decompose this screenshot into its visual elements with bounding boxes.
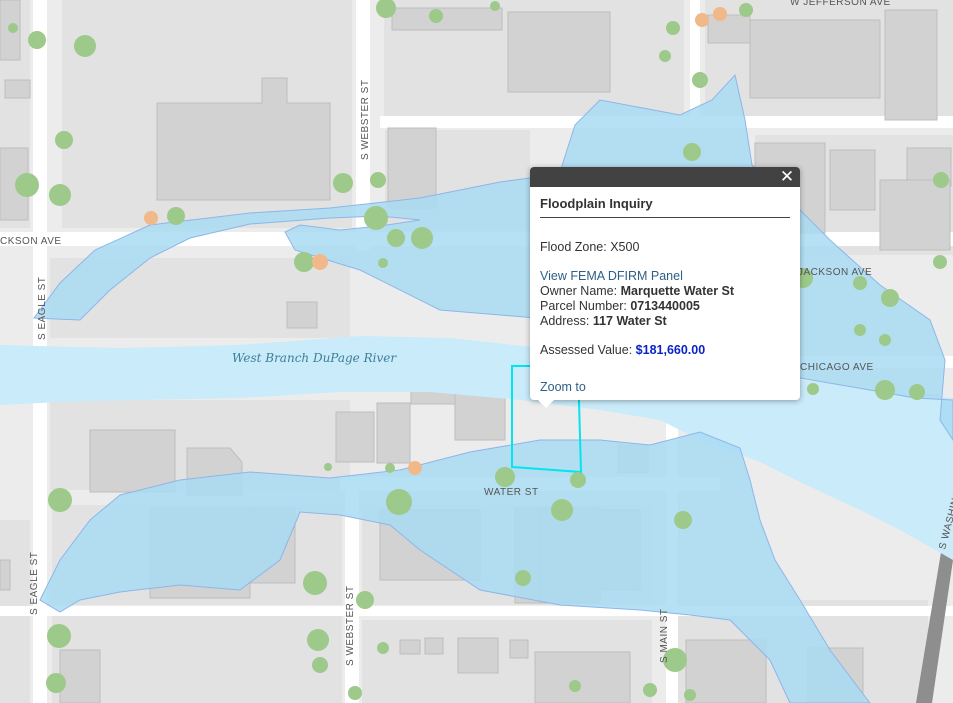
- fema-link-row: View FEMA DFIRM Panel: [540, 269, 790, 284]
- address-label: Address:: [540, 314, 590, 328]
- popup-body: Floodplain Inquiry Flood Zone: X500 View…: [530, 187, 800, 395]
- flood-zone-label: Flood Zone:: [540, 240, 607, 254]
- popup-header: ✕: [530, 167, 800, 187]
- close-icon[interactable]: ✕: [778, 168, 796, 186]
- parcel-value: 0713440005: [630, 299, 700, 313]
- street-label-chicago: CHICAGO AVE: [800, 362, 874, 373]
- street-label-eagle-top: S EAGLE ST: [37, 277, 48, 340]
- assessed-label: Assessed Value:: [540, 343, 633, 357]
- street-label-jackson-left: CKSON AVE: [0, 236, 62, 247]
- floodplain-popup: ✕ Floodplain Inquiry Flood Zone: X500 Vi…: [530, 167, 800, 408]
- street-label-water: WATER ST: [484, 487, 539, 498]
- owner-label: Owner Name:: [540, 284, 618, 298]
- popup-pointer: [538, 400, 554, 408]
- zoom-to-link[interactable]: Zoom to: [540, 380, 586, 394]
- address-value: 117 Water St: [592, 314, 667, 328]
- street-label-webster-top: S WEBSTER ST: [360, 80, 371, 160]
- parcel-row: Parcel Number: 0713440005: [540, 299, 790, 314]
- street-label-eagle-bottom: S EAGLE ST: [29, 552, 40, 615]
- street-label-webster-bottom: S WEBSTER ST: [345, 586, 356, 666]
- zoom-row: Zoom to: [540, 380, 790, 395]
- map-canvas[interactable]: W JEFFERSON AVE CKSON AVE JACKSON AVE CH…: [0, 0, 953, 703]
- fema-dfirm-link[interactable]: View FEMA DFIRM Panel: [540, 269, 683, 283]
- flood-zone-row: Flood Zone: X500: [540, 240, 790, 255]
- river-label: West Branch DuPage River: [232, 351, 397, 365]
- parcel-label: Parcel Number:: [540, 299, 627, 313]
- street-label-jefferson: W JEFFERSON AVE: [790, 0, 891, 8]
- street-label-jackson-right: JACKSON AVE: [798, 267, 872, 278]
- owner-row: Owner Name: Marquette Water St: [540, 284, 790, 299]
- flood-zone-value: X500: [610, 240, 640, 254]
- street-label-main: S MAIN ST: [659, 608, 670, 663]
- owner-value: Marquette Water St: [620, 284, 735, 298]
- assessed-value: $181,660.00: [635, 343, 706, 357]
- assessed-row: Assessed Value: $181,660.00: [540, 343, 790, 358]
- address-row: Address: 117 Water St: [540, 314, 790, 329]
- popup-title: Floodplain Inquiry: [540, 196, 790, 218]
